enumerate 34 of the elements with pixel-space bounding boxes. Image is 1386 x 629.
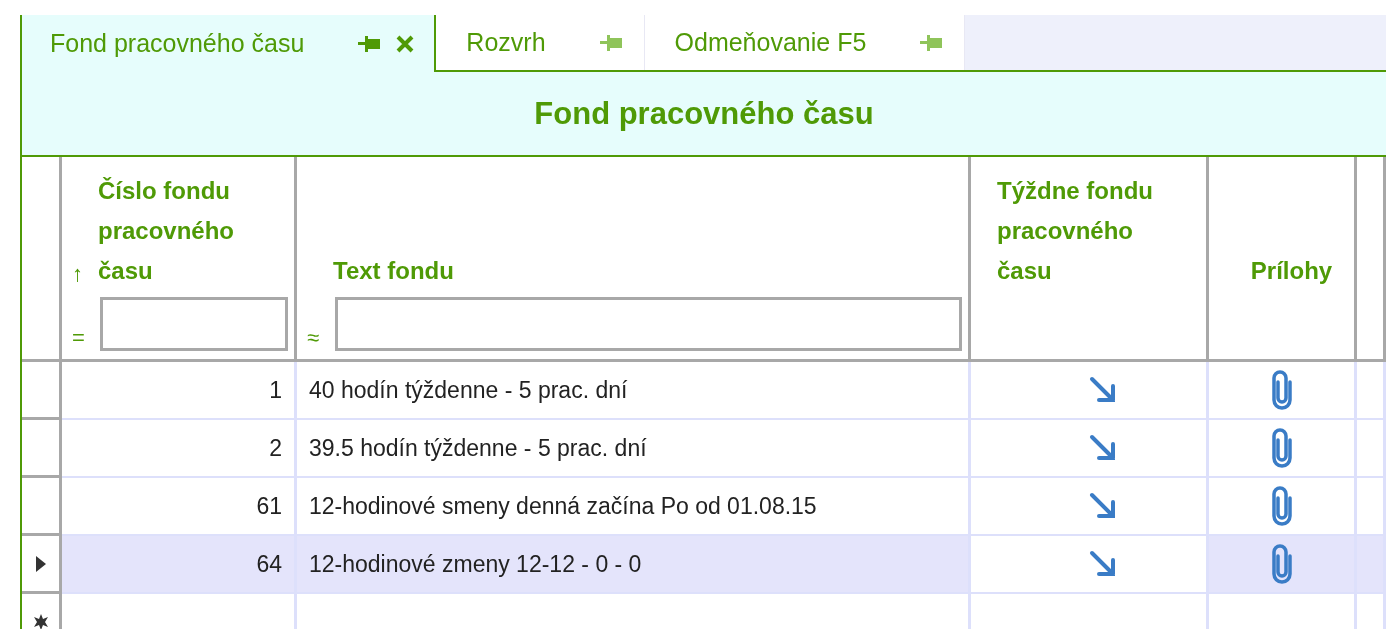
table-cell: 12-hodinové zmeny 12-12 - 0 - 0	[297, 536, 971, 594]
new-row-icon	[32, 613, 49, 629]
column-header[interactable]: Text fondu	[333, 251, 454, 291]
tab-label: Rozvrh	[466, 28, 546, 57]
tab-label: Odmeňovanie F5	[674, 28, 867, 57]
pin-icon[interactable]	[920, 33, 945, 52]
table-cell: 61	[62, 478, 297, 536]
table-cell: 64	[62, 536, 297, 594]
filter-operator: ≈	[307, 325, 321, 351]
filter-field[interactable]	[100, 297, 288, 351]
close-icon[interactable]	[396, 34, 415, 53]
arrow-down-right-icon[interactable]	[1088, 492, 1117, 520]
column-header[interactable]: Číslo fondu pracovného času	[98, 171, 288, 291]
current-row-icon	[35, 555, 46, 572]
filter-field[interactable]	[335, 297, 962, 351]
column-header[interactable]: Prílohy	[1250, 251, 1333, 291]
table-cell: 1	[62, 362, 297, 420]
filter-operator: =	[72, 325, 86, 351]
column-header[interactable]: Týždne fondu pracovného času	[997, 171, 1187, 291]
tab-label: Fond pracovného času	[50, 29, 305, 58]
pin-icon[interactable]	[599, 33, 624, 52]
tab[interactable]: Odmeňovanie F5	[644, 15, 966, 70]
arrow-down-right-icon[interactable]	[1088, 550, 1117, 578]
arrow-down-right-icon[interactable]	[1088, 376, 1117, 404]
sort-arrow[interactable]: ↑	[72, 261, 94, 287]
arrow-down-right-icon[interactable]	[1088, 434, 1117, 462]
table-cell: 39.5 hodín týždenne - 5 prac. dní	[297, 420, 971, 478]
table-cell: 12-hodinové smeny denná začína Po od 01.08.15	[297, 478, 971, 536]
tab[interactable]: Rozvrh	[436, 15, 645, 70]
pin-icon[interactable]	[358, 34, 383, 53]
table-cell: 2	[62, 420, 297, 478]
page-title: Fond pracovného času	[534, 95, 874, 132]
tab[interactable]: Fond pracovného času	[22, 15, 437, 72]
table-cell: 40 hodín týždenne - 5 prac. dní	[297, 362, 971, 420]
